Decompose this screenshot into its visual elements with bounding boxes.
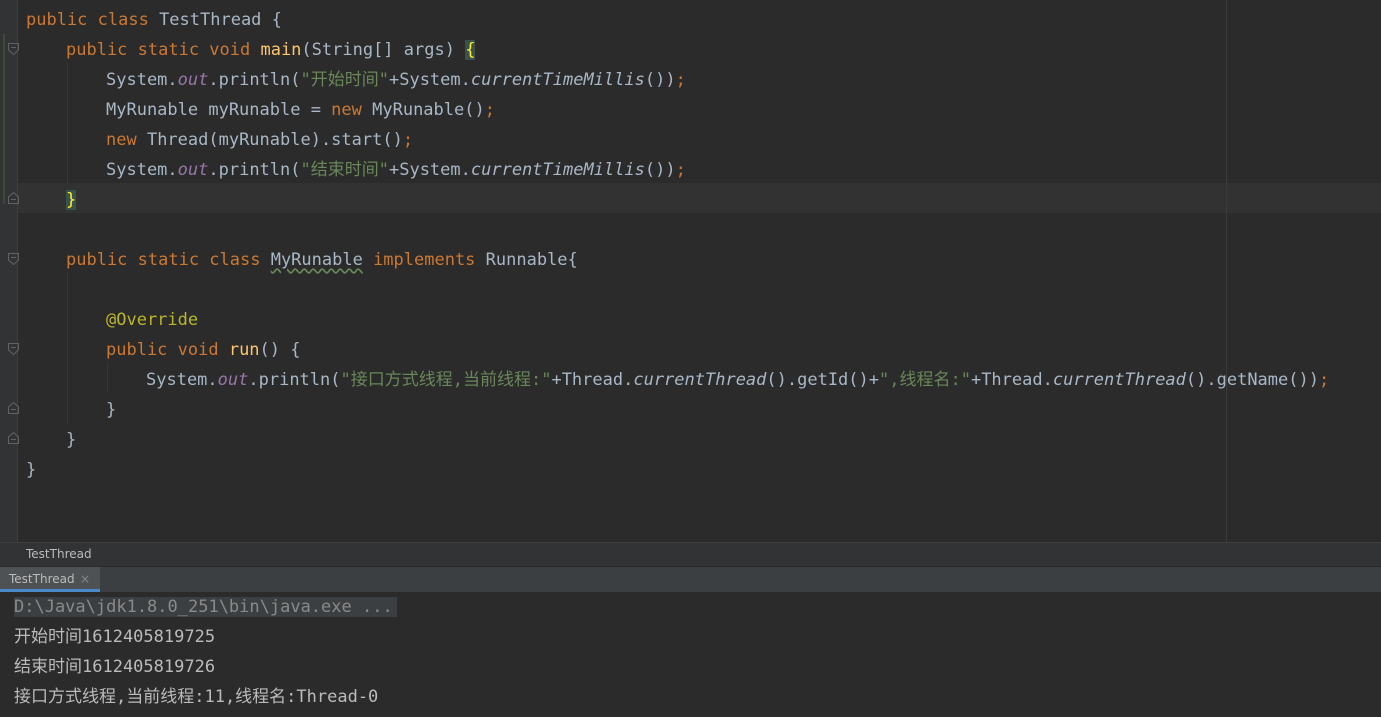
code-line[interactable]: MyRunable myRunable = new MyRunable(); (106, 95, 495, 125)
code-token: } (106, 400, 117, 420)
code-token: { (465, 40, 476, 60)
caret-row-highlight (0, 183, 1381, 213)
breadcrumb[interactable]: TestThread (0, 542, 1381, 567)
code-token: .println( (208, 160, 301, 180)
code-token: () { (259, 340, 301, 360)
code-token: ()) (644, 70, 676, 90)
code-token: new (106, 130, 147, 150)
code-editor[interactable]: public class TestThread {public static v… (0, 0, 1381, 542)
fold-collapse-icon[interactable] (8, 343, 19, 355)
code-token: new (331, 100, 373, 120)
run-tool-window-tabs: TestThread × (0, 566, 1381, 592)
fold-end-icon[interactable] (8, 192, 19, 204)
code-token: ; (675, 70, 686, 90)
code-token: out (217, 370, 249, 390)
console-line: 结束时间1612405819726 (14, 657, 216, 677)
code-token: TestThread { (159, 10, 282, 30)
code-token: ().getName()) (1185, 370, 1319, 390)
console-line: 开始时间1612405819725 (14, 627, 216, 647)
code-token: main (260, 40, 302, 60)
console-output[interactable]: D:\Java\jdk1.8.0_251\bin\java.exe ... 开始… (0, 592, 1381, 717)
code-token: MyRunable() (372, 100, 485, 120)
code-token: run (228, 340, 260, 360)
code-token: public static class (66, 250, 271, 270)
code-token: out (177, 70, 209, 90)
code-token: ; (484, 100, 495, 120)
console-command-line[interactable]: D:\Java\jdk1.8.0_251\bin\java.exe ... (14, 597, 397, 617)
code-token: (String[] args) (301, 40, 466, 60)
indent-guide (107, 363, 108, 393)
code-token: +Thread. (551, 370, 634, 390)
fold-collapse-icon[interactable] (8, 253, 19, 265)
fold-end-icon[interactable] (8, 402, 19, 414)
code-token: } (66, 190, 77, 210)
code-token: .println( (208, 70, 301, 90)
code-token: +System. (388, 160, 471, 180)
code-token: currentTimeMillis (470, 70, 645, 90)
code-line[interactable]: System.out.println("接口方式线程,当前线程:"+Thread… (146, 365, 1329, 395)
code-line[interactable]: } (66, 425, 76, 455)
fold-collapse-icon[interactable] (8, 43, 19, 55)
code-token: } (26, 460, 37, 480)
code-token: +System. (388, 70, 471, 90)
code-token: "接口方式线程,当前线程:" (340, 370, 552, 390)
code-token: "开始时间" (300, 70, 389, 90)
code-token: public void (106, 340, 229, 360)
code-token: MyRunable (270, 250, 363, 270)
code-token: ; (1318, 370, 1330, 390)
code-token: currentThread (1052, 370, 1186, 390)
console-line: 接口方式线程,当前线程:11,线程名:Thread-0 (14, 687, 379, 707)
code-token: "结束时间" (300, 160, 389, 180)
code-token: System. (106, 160, 178, 180)
close-icon[interactable]: × (80, 572, 90, 586)
code-token: Runnable{ (485, 250, 578, 270)
code-token: currentThread (633, 370, 767, 390)
code-line[interactable]: public static class MyRunable implements… (66, 245, 578, 275)
code-token: } (66, 430, 77, 450)
code-token: @Override (106, 310, 199, 330)
code-token: ()) (644, 160, 676, 180)
right-margin-guide (1226, 0, 1227, 542)
code-line[interactable]: public static void main(String[] args) { (66, 35, 476, 65)
run-tab-label: TestThread (9, 572, 75, 586)
code-line[interactable]: } (26, 455, 36, 485)
code-line[interactable]: public class TestThread { (26, 5, 282, 35)
code-token: MyRunable myRunable = (106, 100, 332, 120)
code-token: public class (26, 10, 160, 30)
code-line[interactable]: } (66, 185, 77, 215)
fold-end-icon[interactable] (8, 432, 19, 444)
code-token: out (177, 160, 209, 180)
code-token: ",线程名:" (879, 370, 971, 390)
code-token: System. (146, 370, 218, 390)
tab-run-testthread[interactable]: TestThread × (0, 567, 100, 592)
code-token: public static void (66, 40, 261, 60)
code-token: currentTimeMillis (470, 160, 645, 180)
code-line[interactable]: System.out.println("开始时间"+System.current… (106, 65, 686, 95)
code-line[interactable]: @Override (106, 305, 198, 335)
breadcrumb-class[interactable]: TestThread (26, 547, 92, 561)
code-line[interactable]: new Thread(myRunable).start(); (106, 125, 413, 155)
code-line[interactable]: System.out.println("结束时间"+System.current… (106, 155, 686, 185)
code-token: ().getId()+ (766, 370, 879, 390)
change-marker (3, 34, 5, 204)
code-line[interactable]: } (106, 395, 116, 425)
code-token: ; (675, 160, 686, 180)
code-token: System. (106, 70, 178, 90)
indent-guide (67, 63, 68, 183)
code-token: .println( (248, 370, 341, 390)
indent-guide (67, 273, 68, 423)
code-token: Thread(myRunable).start() (146, 130, 403, 150)
code-token: implements (362, 250, 486, 270)
code-token: ; (402, 130, 414, 150)
code-token: +Thread. (970, 370, 1053, 390)
code-line[interactable]: public void run() { (106, 335, 301, 365)
